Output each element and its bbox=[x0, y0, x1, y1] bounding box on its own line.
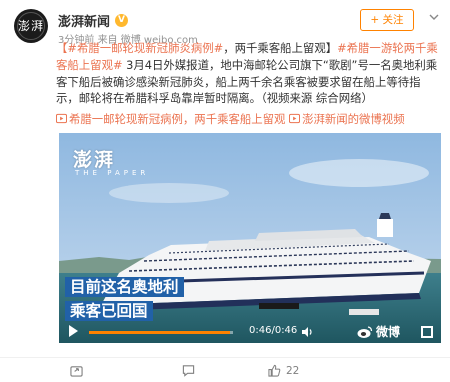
link-row: 希腊一邮轮现新冠病例，两千乘客船上留观 澎湃新闻的微博视频 bbox=[56, 111, 444, 127]
fullscreen-icon[interactable] bbox=[421, 326, 433, 338]
like-count: 22 bbox=[286, 364, 300, 377]
video-link-icon bbox=[289, 113, 301, 124]
post-text-title: ，两千乘客船上留观】 bbox=[223, 41, 338, 55]
video-time: 0:46/0:46 bbox=[249, 325, 298, 336]
video-link-icon bbox=[56, 113, 67, 124]
topic-link-1[interactable]: #希腊一邮轮现新冠肺炎病例# bbox=[67, 41, 223, 55]
forward-button[interactable] bbox=[70, 364, 88, 377]
thumbs-up-icon bbox=[268, 364, 281, 377]
comment-button[interactable] bbox=[182, 364, 200, 377]
volume-icon[interactable] bbox=[301, 326, 314, 338]
like-button[interactable]: 22 bbox=[268, 364, 299, 377]
progress-fill bbox=[89, 331, 231, 334]
author-row: 澎湃新闻 V bbox=[58, 11, 129, 30]
share-icon bbox=[70, 366, 83, 377]
author-name[interactable]: 澎湃新闻 bbox=[58, 11, 110, 30]
avatar[interactable]: 澎湃 bbox=[14, 9, 48, 43]
progress-bar[interactable] bbox=[89, 331, 233, 334]
bracket-open: 【 bbox=[56, 41, 68, 55]
watermark-subtitle: THE PAPER bbox=[75, 169, 150, 177]
play-icon[interactable] bbox=[69, 325, 78, 337]
weibo-brand-label: 微博 bbox=[376, 325, 401, 339]
chevron-down-icon[interactable] bbox=[426, 11, 442, 27]
watermark-logo: 澎湃 bbox=[73, 149, 116, 171]
verified-icon: V bbox=[115, 14, 129, 27]
video-link-1-label: 希腊一邮轮现新冠病例，两千乘客船上留观 bbox=[69, 112, 286, 126]
video-controls: 0:46/0:46 微博 bbox=[59, 321, 441, 343]
video-player[interactable]: 澎湃 THE PAPER 目前这名奥地利 乘客已回国 0:46/0:46 微博 bbox=[59, 133, 441, 343]
weibo-icon bbox=[357, 325, 373, 338]
post-text: 【#希腊一邮轮现新冠肺炎病例#，两千乘客船上留观】#希腊一游轮两千乘客船上留观#… bbox=[56, 40, 442, 107]
video-link-1[interactable]: 希腊一邮轮现新冠病例，两千乘客船上留观 bbox=[56, 112, 285, 126]
weibo-post-card: 澎湃 澎湃新闻 V 3分钟前 来自 微博 weibo.com + 关注 【#希腊… bbox=[0, 0, 450, 382]
weibo-brand: 微博 bbox=[357, 323, 400, 340]
video-caption-line-2: 乘客已回国 bbox=[65, 301, 153, 321]
video-caption-line-1: 目前这名奥地利 bbox=[65, 277, 184, 297]
video-link-2[interactable]: 澎湃新闻的微博视频 bbox=[289, 112, 405, 126]
action-bar: 22 bbox=[0, 357, 450, 382]
video-link-2-label: 澎湃新闻的微博视频 bbox=[302, 112, 405, 126]
follow-button[interactable]: + 关注 bbox=[360, 9, 414, 31]
comment-icon bbox=[182, 365, 195, 377]
